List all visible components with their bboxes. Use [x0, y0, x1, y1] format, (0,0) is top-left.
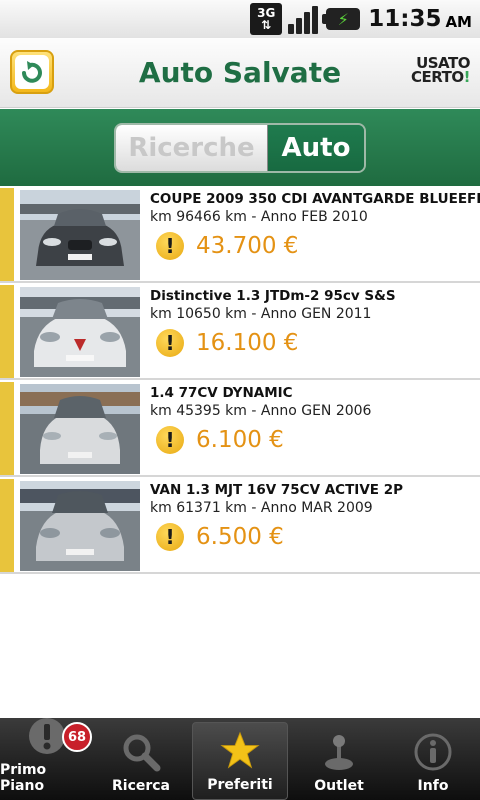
nav-info[interactable]: Info	[386, 718, 480, 800]
car-details: km 96466 km - Anno FEB 2010	[150, 209, 368, 225]
search-icon	[121, 732, 161, 772]
row-marker	[0, 285, 14, 378]
clock-time: 11:35	[368, 6, 442, 32]
brand-logo: USATO CERTO!	[411, 56, 471, 86]
car-details: km 61371 km - Anno MAR 2009	[150, 500, 373, 516]
notification-badge: 68	[62, 722, 92, 752]
clock-ampm: AM	[445, 13, 472, 31]
nav-primo-piano[interactable]: 68 Primo Piano	[0, 718, 94, 800]
nav-label: Outlet	[314, 778, 364, 794]
page-title: Auto Salvate	[138, 56, 342, 89]
info-icon	[413, 732, 453, 772]
list-item[interactable]: 1.4 77CV DYNAMIC km 45395 km - Anno GEN …	[0, 380, 480, 477]
list-item[interactable]: VAN 1.3 MJT 16V 75CV ACTIVE 2P km 61371 …	[0, 477, 480, 574]
nav-label: Preferiti	[207, 777, 273, 793]
saved-cars-list: COUPE 2009 350 CDI AVANTGARDE BLUEEFF. k…	[0, 186, 480, 574]
nav-ricerca[interactable]: Ricerca	[94, 718, 188, 800]
car-photo	[20, 287, 140, 377]
joystick-icon	[319, 732, 359, 772]
car-photo	[20, 384, 140, 474]
alert-icon: !	[156, 329, 184, 357]
nav-label: Info	[417, 778, 449, 794]
tab-ricerche[interactable]: Ricerche	[116, 125, 268, 171]
row-marker	[0, 382, 14, 475]
signal-icon	[288, 4, 319, 34]
alert-icon	[27, 716, 67, 756]
car-title: 1.4 77CV DYNAMIC	[150, 385, 293, 401]
car-title: VAN 1.3 MJT 16V 75CV ACTIVE 2P	[150, 482, 403, 498]
battery-charging-icon: ⚡	[322, 8, 361, 30]
alert-icon: !	[156, 426, 184, 454]
list-item[interactable]: COUPE 2009 350 CDI AVANTGARDE BLUEEFF. k…	[0, 186, 480, 283]
nav-label: Ricerca	[111, 778, 171, 794]
car-title: COUPE 2009 350 CDI AVANTGARDE BLUEEFF.	[150, 191, 480, 207]
car-details: km 45395 km - Anno GEN 2006	[150, 403, 372, 419]
bottom-nav: 68 Primo Piano Ricerca Preferiti Outlet …	[0, 718, 480, 800]
alert-icon: !	[156, 523, 184, 551]
car-details: km 10650 km - Anno GEN 2011	[150, 306, 372, 322]
car-price: 43.700 €	[196, 233, 299, 259]
segment-bar: Ricerche Auto	[0, 109, 480, 186]
nav-outlet[interactable]: Outlet	[292, 718, 386, 800]
car-price: 6.100 €	[196, 427, 284, 453]
car-price: 6.500 €	[196, 524, 284, 550]
row-marker	[0, 188, 14, 281]
status-bar: 3G ⇅ ⚡ 11:35 AM	[0, 0, 480, 38]
network-3g-icon: 3G ⇅	[250, 3, 283, 35]
list-item[interactable]: Distinctive 1.3 JTDm-2 95cv S&S km 10650…	[0, 283, 480, 380]
car-photo	[20, 190, 140, 280]
nav-preferiti[interactable]: Preferiti	[192, 722, 288, 800]
car-price: 16.100 €	[196, 330, 299, 356]
app-header: Auto Salvate USATO CERTO!	[0, 38, 480, 108]
brand-line2: CERTO	[411, 68, 464, 86]
row-marker	[0, 479, 14, 572]
nav-label: Primo Piano	[0, 762, 47, 794]
car-photo	[20, 481, 140, 571]
car-title: Distinctive 1.3 JTDm-2 95cv S&S	[150, 288, 396, 304]
brand-mark: !	[463, 68, 471, 86]
segmented-control: Ricerche Auto	[114, 123, 366, 173]
tab-auto[interactable]: Auto	[268, 125, 364, 171]
star-icon	[220, 731, 260, 771]
alert-icon: !	[156, 232, 184, 260]
